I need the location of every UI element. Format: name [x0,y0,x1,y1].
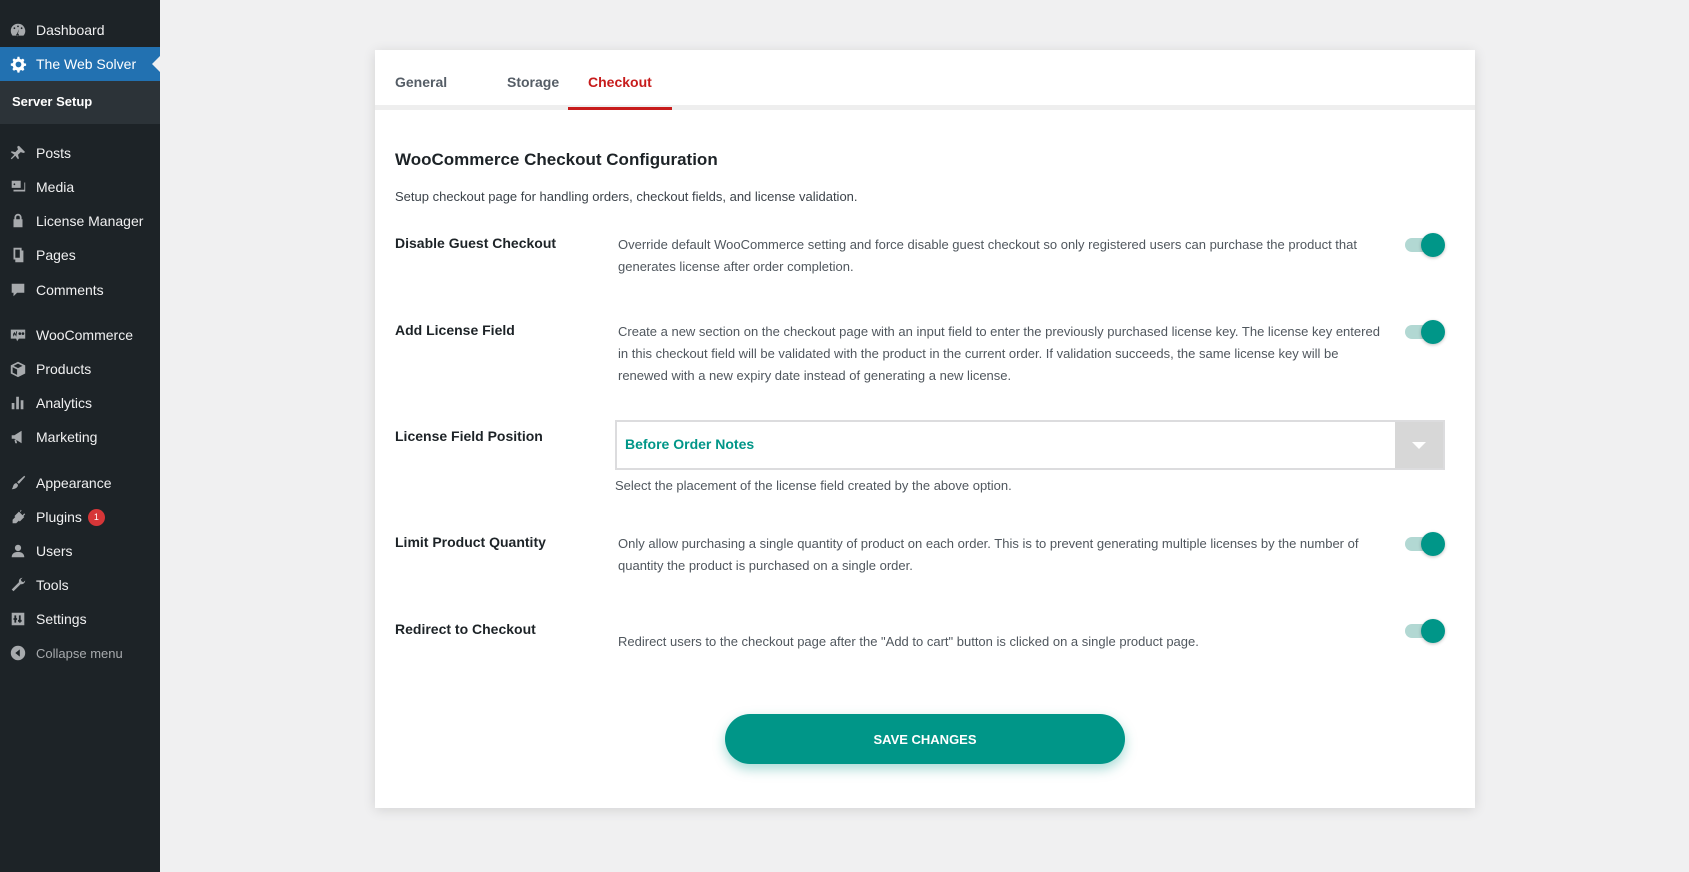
toggle-knob [1421,233,1445,257]
field-position-label: License Field Position [395,428,543,444]
dashboard-icon [0,21,36,39]
tab-bar: General Storage Checkout [375,50,1475,110]
redirect-checkout-toggle[interactable] [1405,619,1445,643]
chevron-down-icon[interactable] [1395,422,1443,468]
menu-tools-label: Tools [36,577,69,593]
menu-woocommerce[interactable]: WooCommerce [0,318,160,352]
menu-posts[interactable]: Posts [0,136,160,170]
field-position-help: Select the placement of the license fiel… [615,478,1012,493]
menu-appearance[interactable]: Appearance [0,466,160,500]
collapse-arrow-icon [0,644,36,662]
tab-general[interactable]: General [375,50,467,110]
toggle-knob [1421,320,1445,344]
toggle-knob [1421,619,1445,643]
save-changes-button[interactable]: SAVE CHANGES [725,714,1125,764]
menu-comments-label: Comments [36,282,104,298]
menu-products-label: Products [36,361,92,377]
collapse-menu-label: Collapse menu [36,645,123,661]
menu-settings[interactable]: Settings [0,602,160,636]
guest-checkout-description: Override default WooCommerce setting and… [618,237,1357,274]
menu-dashboard[interactable]: Dashboard [0,13,160,47]
menu-analytics[interactable]: Analytics [0,386,160,420]
section-title: WooCommerce Checkout Configuration [395,150,718,169]
sliders-icon [0,610,36,628]
wrench-icon [0,576,36,594]
paintbrush-icon [0,474,36,492]
submenu-server-setup[interactable]: Server Setup [12,94,92,109]
limit-quantity-label: Limit Product Quantity [395,534,546,550]
menu-web-solver[interactable]: The Web Solver [0,47,160,81]
redirect-checkout-label: Redirect to Checkout [395,621,536,637]
field-position-select[interactable]: Before Order Notes [615,420,1445,470]
menu-pages[interactable]: Pages [0,238,160,272]
menu-comments[interactable]: Comments [0,273,160,307]
settings-panel: General Storage Checkout WooCommerce Che… [375,50,1475,808]
license-field-description: Create a new section on the checkout pag… [618,324,1380,383]
menu-pages-label: Pages [36,247,76,263]
menu-web-solver-label: The Web Solver [36,56,137,72]
menu-dashboard-label: Dashboard [36,22,105,38]
redirect-checkout-description: Redirect users to the checkout page afte… [618,634,1199,649]
plugin-icon [0,508,36,526]
archive-icon [0,360,36,378]
tab-checkout[interactable]: Checkout [568,50,672,110]
menu-tools[interactable]: Tools [0,568,160,602]
section-description: Setup checkout page for handling orders,… [395,189,858,204]
menu-media-label: Media [36,179,75,195]
limit-quantity-toggle[interactable] [1405,532,1445,556]
pushpin-icon [0,144,36,162]
toggle-knob [1421,532,1445,556]
menu-users[interactable]: Users [0,534,160,568]
chart-bar-icon [0,394,36,412]
tab-storage[interactable]: Storage [487,50,579,110]
guest-checkout-label: Disable Guest Checkout [395,235,557,251]
lock-icon [0,212,36,230]
menu-plugins[interactable]: Plugins 1 [0,500,160,534]
menu-products[interactable]: Products [0,352,160,386]
menu-users-label: Users [36,543,73,559]
menu-license-manager[interactable]: License Manager [0,204,160,238]
menu-appearance-label: Appearance [36,475,112,491]
menu-woocommerce-label: WooCommerce [36,327,133,343]
menu-posts-label: Posts [36,145,72,161]
menu-marketing[interactable]: Marketing [0,420,160,454]
menu-marketing-label: Marketing [36,429,98,445]
pages-icon [0,246,36,264]
gear-icon [0,55,36,73]
menu-license-manager-label: License Manager [36,213,144,229]
menu-settings-label: Settings [36,611,87,627]
menu-media[interactable]: Media [0,170,160,204]
license-field-label: Add License Field [395,322,515,338]
field-position-selected-value: Before Order Notes [625,436,755,452]
limit-quantity-description: Only allow purchasing a single quantity … [618,536,1359,573]
admin-sidebar: Dashboard The Web Solver Server Setup Po… [0,0,160,872]
comment-icon [0,281,36,299]
submenu-web-solver: Server Setup [0,81,160,124]
menu-plugins-label: Plugins [36,509,82,525]
plugins-update-badge: 1 [87,508,105,526]
license-field-toggle[interactable] [1405,320,1445,344]
media-icon [0,178,36,196]
megaphone-icon [0,428,36,446]
menu-analytics-label: Analytics [36,395,93,411]
guest-checkout-toggle[interactable] [1405,233,1445,257]
woo-icon [0,326,36,344]
collapse-menu-button[interactable]: Collapse menu [0,636,160,670]
user-icon [0,542,36,560]
